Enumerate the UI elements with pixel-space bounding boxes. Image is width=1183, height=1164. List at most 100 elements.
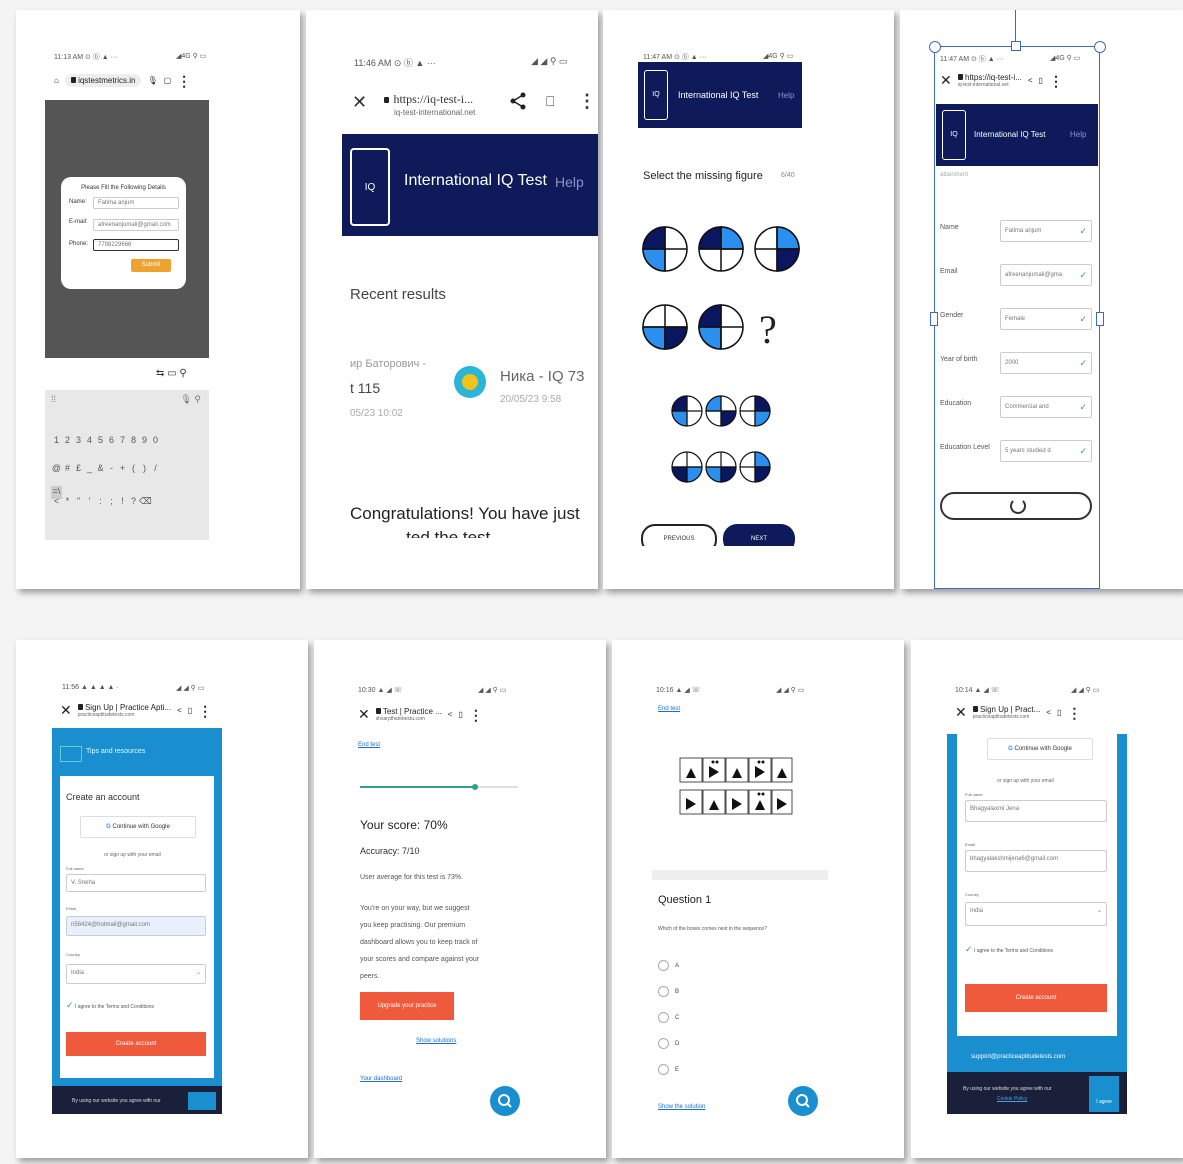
key-minus[interactable]: - bbox=[106, 463, 117, 476]
resize-handle[interactable] bbox=[1094, 41, 1106, 53]
resize-handle[interactable] bbox=[930, 312, 938, 326]
help-link[interactable]: Help bbox=[1070, 130, 1086, 139]
site-brand[interactable]: International IQ Test bbox=[678, 90, 758, 100]
url-field[interactable]: https://iq-test-i... iq-test-internationa… bbox=[957, 73, 1022, 88]
answer-option[interactable]: A bbox=[658, 960, 679, 971]
close-icon[interactable]: ✕ bbox=[955, 704, 967, 721]
field-input[interactable]: 2000 ✓ bbox=[1000, 352, 1092, 374]
tabs-icon[interactable]: ▢ bbox=[164, 76, 172, 85]
field-input[interactable]: Fatima anjum ✓ bbox=[1000, 220, 1092, 242]
resize-handle[interactable] bbox=[1011, 41, 1021, 51]
key-9[interactable]: 9 bbox=[139, 435, 150, 448]
key-ampersand[interactable]: & bbox=[95, 463, 106, 476]
share-icon[interactable]: < bbox=[1028, 76, 1033, 85]
show-solution-link[interactable]: Show the solution bbox=[658, 1104, 705, 1110]
cookie-agree-button[interactable] bbox=[188, 1092, 216, 1110]
create-account-button[interactable]: Create account bbox=[965, 984, 1107, 1012]
mic-icon[interactable]: 🎙 bbox=[147, 76, 157, 85]
key-asterisk[interactable]: * bbox=[62, 496, 73, 509]
search-button[interactable] bbox=[490, 1086, 520, 1116]
terms-checkbox[interactable]: ✓ I agree to the Terms and Conditions bbox=[66, 1000, 154, 1011]
menu-icon[interactable]: ⋮ bbox=[198, 704, 212, 718]
key-rparen[interactable]: ) bbox=[139, 463, 150, 476]
menu-icon[interactable]: ⋮ bbox=[578, 92, 596, 110]
bookmark-icon[interactable]: ▯ bbox=[188, 706, 192, 715]
dashboard-link[interactable]: Your dashboard bbox=[360, 1076, 402, 1082]
bookmark-icon[interactable]: ▯ bbox=[1039, 76, 1043, 85]
bookmark-icon[interactable]: ▯ bbox=[458, 710, 462, 719]
key-dquote[interactable]: " bbox=[73, 496, 84, 509]
google-signin-button[interactable]: G Continue with Google bbox=[987, 738, 1093, 760]
key-3[interactable]: 3 bbox=[73, 435, 84, 448]
bookmark-icon[interactable]: ▯ bbox=[1057, 708, 1061, 717]
show-solutions-link[interactable]: Show solutions bbox=[416, 1038, 456, 1044]
key-at[interactable]: @ bbox=[51, 463, 62, 476]
menu-icon[interactable]: ⋮ bbox=[1067, 706, 1081, 720]
key-squote[interactable]: ' bbox=[84, 496, 95, 509]
keyboard-mic-icon[interactable]: 🎙 ⚲ bbox=[180, 394, 201, 405]
menu-icon[interactable]: ⋮ bbox=[177, 74, 191, 88]
email-input[interactable]: n58424@hotmail@gmail.com bbox=[66, 916, 206, 936]
field-input[interactable]: afreenanjumali@gma ✓ bbox=[1000, 264, 1092, 286]
key-underscore[interactable]: _ bbox=[84, 463, 95, 476]
create-account-button[interactable]: Create account bbox=[66, 1032, 206, 1056]
help-link[interactable]: Help bbox=[778, 91, 794, 100]
key-7[interactable]: 7 bbox=[117, 435, 128, 448]
share-icon[interactable]: < bbox=[177, 706, 182, 715]
home-icon[interactable]: ⌂ bbox=[54, 76, 59, 85]
key-hash[interactable]: # bbox=[62, 463, 73, 476]
country-select[interactable]: India ⌄ bbox=[66, 964, 206, 984]
key-5[interactable]: 5 bbox=[95, 435, 106, 448]
upgrade-button[interactable]: Upgrade your practice bbox=[360, 992, 454, 1020]
close-icon[interactable]: ✕ bbox=[940, 72, 952, 89]
answer-option[interactable]: C bbox=[658, 1012, 679, 1023]
tips-link[interactable]: Tips and resources bbox=[86, 748, 145, 755]
search-button[interactable] bbox=[788, 1086, 818, 1116]
key-4[interactable]: 4 bbox=[84, 435, 95, 448]
google-signin-button[interactable]: G Continue with Google bbox=[80, 816, 196, 838]
url-field[interactable]: https://iq-test-i... iq-test-internation… bbox=[384, 90, 475, 117]
submit-button-loading[interactable] bbox=[940, 492, 1092, 520]
close-icon[interactable]: ✕ bbox=[352, 92, 367, 113]
url-field[interactable]: iqstestmetrics.in bbox=[64, 74, 142, 87]
keyboard-grid-icon[interactable]: ⁞⁞ bbox=[51, 394, 56, 404]
answer-option[interactable]: E bbox=[658, 1064, 679, 1075]
name-input[interactable]: Fatima anjum bbox=[93, 197, 179, 209]
key-exclaim[interactable]: ! bbox=[117, 496, 128, 509]
field-input[interactable]: Female ✓ bbox=[1000, 308, 1092, 330]
close-icon[interactable]: ✕ bbox=[358, 706, 370, 723]
key-plus[interactable]: + bbox=[117, 463, 128, 476]
progress-thumb[interactable] bbox=[472, 784, 478, 790]
fullname-input[interactable]: Bhagyalaxmi Jena bbox=[965, 800, 1107, 822]
menu-icon[interactable]: ⋮ bbox=[469, 708, 483, 722]
answer-option[interactable]: D bbox=[658, 1038, 679, 1049]
share-icon[interactable]: < bbox=[1046, 708, 1051, 717]
field-input[interactable]: Commercial and ✓ bbox=[1000, 396, 1092, 418]
key-semicolon[interactable]: ; bbox=[106, 496, 117, 509]
key-0[interactable]: 0 bbox=[150, 435, 161, 448]
support-email[interactable]: support@practiceaptitudetests.com bbox=[971, 1054, 1065, 1060]
resize-handle[interactable] bbox=[929, 41, 941, 53]
key-slash[interactable]: / bbox=[150, 463, 161, 476]
country-select[interactable]: India ⌄ bbox=[965, 902, 1107, 926]
bookmark-icon[interactable]: ⎕ bbox=[546, 93, 554, 110]
share-icon[interactable]: < bbox=[448, 710, 453, 719]
close-icon[interactable]: ✕ bbox=[60, 702, 72, 719]
field-input[interactable]: 5 years studied d ✓ bbox=[1000, 440, 1092, 462]
url-field[interactable]: Sign Up | Practice Apti... practiceaptitu… bbox=[77, 703, 171, 718]
site-brand[interactable]: International IQ Test bbox=[974, 130, 1045, 139]
key-2[interactable]: 2 bbox=[62, 435, 73, 448]
resize-handle[interactable] bbox=[1096, 312, 1104, 326]
help-link[interactable]: Help bbox=[555, 174, 584, 190]
key-shift-symbols[interactable]: =\< bbox=[51, 486, 62, 506]
menu-icon[interactable]: ⋮ bbox=[1049, 74, 1063, 88]
cookie-agree-button[interactable]: I agree bbox=[1089, 1076, 1119, 1112]
end-test-link[interactable]: End test bbox=[658, 706, 680, 712]
share-icon[interactable] bbox=[510, 92, 526, 115]
key-1[interactable]: 1 bbox=[51, 435, 62, 448]
end-test-link[interactable]: End test bbox=[358, 742, 380, 748]
url-field[interactable]: Test | Practice ... shsarpthatebestu.com bbox=[375, 707, 442, 722]
url-field[interactable]: Sign Up | Pract... practiceaptitudetests.… bbox=[972, 705, 1040, 720]
key-question[interactable]: ? bbox=[128, 496, 139, 509]
site-brand[interactable]: International IQ Test bbox=[404, 172, 547, 190]
